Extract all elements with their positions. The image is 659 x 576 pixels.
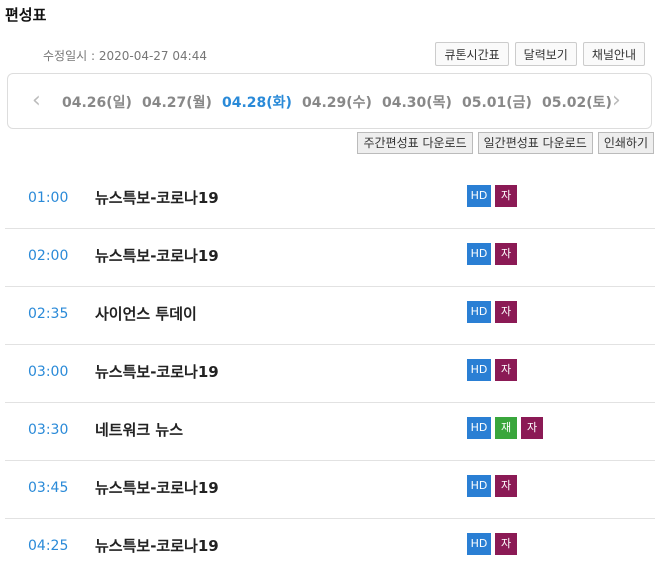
schedule-row[interactable]: 02:35 사이언스 투데이 HD 자: [5, 287, 655, 345]
program-time: 04:25: [28, 538, 69, 554]
hd-badge: HD: [467, 185, 491, 207]
program-title[interactable]: 뉴스특보-코로나19: [95, 535, 219, 556]
hd-badge: HD: [467, 359, 491, 381]
program-time: 03:45: [28, 480, 69, 496]
hd-badge: HD: [467, 533, 491, 555]
subtitle-badge: 자: [495, 533, 517, 555]
program-title[interactable]: 뉴스특보-코로나19: [95, 187, 219, 208]
hd-badge: HD: [467, 475, 491, 497]
subtitle-badge: 자: [521, 417, 543, 439]
program-time: 02:00: [28, 248, 69, 264]
program-time: 01:00: [28, 190, 69, 206]
download-button-group: 주간편성표 다운로드 일간편성표 다운로드 인쇄하기: [357, 132, 654, 154]
program-title[interactable]: 사이언스 투데이: [95, 303, 197, 324]
cue-schedule-button[interactable]: 큐톤시간표: [435, 42, 509, 66]
program-badges: HD 자: [467, 533, 517, 555]
schedule-list: 01:00 뉴스특보-코로나19 HD 자 02:00 뉴스특보-코로나19 H…: [5, 171, 655, 576]
program-title[interactable]: 네트워크 뉴스: [95, 419, 183, 440]
program-badges: HD 자: [467, 185, 517, 207]
hd-badge: HD: [467, 301, 491, 323]
program-badges: HD 자: [467, 359, 517, 381]
date-tab-0428[interactable]: 04.28(화): [222, 92, 302, 112]
subtitle-badge: 자: [495, 359, 517, 381]
schedule-row[interactable]: 03:00 뉴스특보-코로나19 HD 자: [5, 345, 655, 403]
subtitle-badge: 자: [495, 243, 517, 265]
schedule-row[interactable]: 03:30 네트워크 뉴스 HD 재 자: [5, 403, 655, 461]
date-tab-0501[interactable]: 05.01(금): [462, 92, 542, 112]
hd-badge: HD: [467, 417, 491, 439]
date-tab-0429[interactable]: 04.29(수): [302, 92, 382, 112]
program-time: 03:00: [28, 364, 69, 380]
rerun-badge: 재: [495, 417, 517, 439]
program-badges: HD 자: [467, 243, 517, 265]
chevron-left-icon[interactable]: ‹: [32, 90, 41, 112]
subtitle-badge: 자: [495, 301, 517, 323]
modified-date: 수정일시 : 2020-04-27 04:44: [43, 49, 207, 63]
page-title: 편성표: [5, 6, 47, 24]
date-tab-0426[interactable]: 04.26(일): [62, 92, 142, 112]
schedule-row[interactable]: 02:00 뉴스특보-코로나19 HD 자: [5, 229, 655, 287]
print-button[interactable]: 인쇄하기: [597, 132, 654, 154]
date-tab-0427[interactable]: 04.27(월): [142, 92, 222, 112]
program-badges: HD 자: [467, 301, 517, 323]
subtitle-badge: 자: [495, 475, 517, 497]
date-tab-0502[interactable]: 05.02(토): [542, 92, 622, 112]
schedule-row[interactable]: 01:00 뉴스특보-코로나19 HD 자: [5, 171, 655, 229]
program-badges: HD 재 자: [467, 417, 543, 439]
program-time: 02:35: [28, 306, 69, 322]
program-time: 03:30: [28, 422, 69, 438]
hd-badge: HD: [467, 243, 491, 265]
schedule-row[interactable]: 03:45 뉴스특보-코로나19 HD 자: [5, 461, 655, 519]
date-selector: ‹ 04.26(일) 04.27(월) 04.28(화) 04.29(수) 04…: [7, 73, 652, 129]
chevron-right-icon[interactable]: ›: [612, 90, 621, 112]
date-tabs: 04.26(일) 04.27(월) 04.28(화) 04.29(수) 04.3…: [62, 92, 622, 112]
subtitle-badge: 자: [495, 185, 517, 207]
top-button-group: 큐톤시간표 달력보기 채널안내: [435, 42, 645, 66]
program-badges: HD 자: [467, 475, 517, 497]
channel-guide-button[interactable]: 채널안내: [582, 42, 645, 66]
schedule-row[interactable]: 04:25 뉴스특보-코로나19 HD 자: [5, 519, 655, 576]
program-title[interactable]: 뉴스특보-코로나19: [95, 361, 219, 382]
calendar-view-button[interactable]: 달력보기: [514, 42, 577, 66]
program-title[interactable]: 뉴스특보-코로나19: [95, 477, 219, 498]
daily-download-button[interactable]: 일간편성표 다운로드: [477, 132, 593, 154]
weekly-download-button[interactable]: 주간편성표 다운로드: [357, 132, 473, 154]
program-title[interactable]: 뉴스특보-코로나19: [95, 245, 219, 266]
date-tab-0430[interactable]: 04.30(목): [382, 92, 462, 112]
